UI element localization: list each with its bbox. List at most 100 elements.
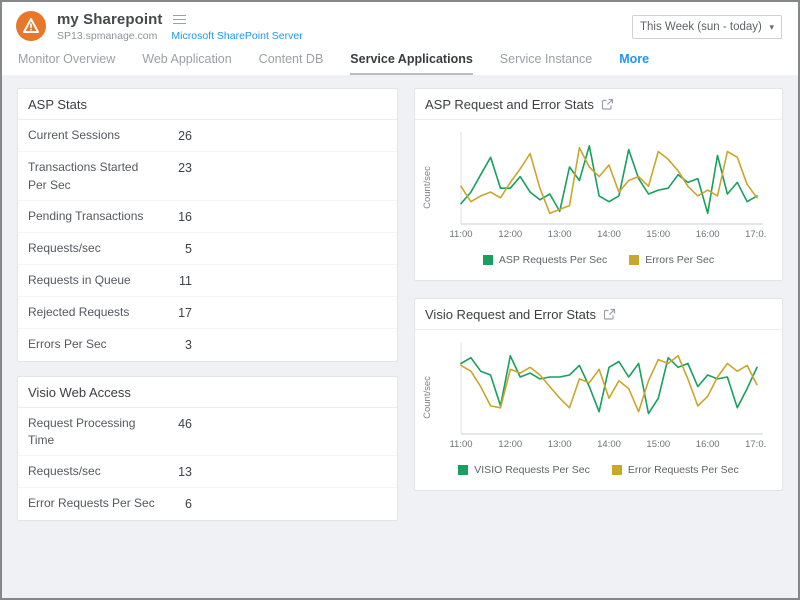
- stat-value: 5: [156, 240, 192, 258]
- stat-value: 16: [156, 208, 192, 226]
- stat-value: 26: [156, 127, 192, 145]
- panel-title: Visio Web Access: [28, 385, 131, 400]
- x-tick-label: 13:00: [548, 229, 572, 240]
- asp-chart-panel-header: ASP Request and Error Stats: [415, 89, 782, 120]
- stat-value: 23: [156, 159, 192, 177]
- y-axis-label: Count/sec: [419, 340, 435, 454]
- legend-label: Errors Per Sec: [645, 254, 714, 266]
- host-name: SP13.spmanage.com: [57, 30, 157, 42]
- stat-label: Error Requests Per Sec: [28, 495, 156, 512]
- open-in-new-icon[interactable]: [601, 98, 614, 111]
- stat-row: Error Requests Per Sec 6: [18, 487, 397, 519]
- stat-value: 13: [156, 463, 192, 481]
- tab-service-applications[interactable]: Service Applications: [350, 52, 473, 75]
- legend-label: ASP Requests Per Sec: [499, 254, 607, 266]
- left-column: ASP Stats Current Sessions 26 Transactio…: [17, 88, 398, 585]
- tab-bar: Monitor Overview Web Application Content…: [2, 49, 798, 75]
- legend-label: VISIO Requests Per Sec: [474, 464, 590, 476]
- visio-web-access-panel: Visio Web Access Request Processing Time…: [17, 376, 398, 521]
- visio-chart-panel-header: Visio Request and Error Stats: [415, 299, 782, 330]
- chart-title: Visio Request and Error Stats: [425, 307, 596, 322]
- legend-swatch-green: [458, 465, 468, 475]
- hamburger-menu-icon[interactable]: [173, 15, 186, 25]
- series-line-0: [461, 356, 757, 414]
- visio-chart-panel: Visio Request and Error Stats Count/sec …: [414, 298, 783, 491]
- stat-row: Requests/sec 5: [18, 232, 397, 264]
- time-range-select[interactable]: This Week (sun - today) ▾: [632, 15, 782, 39]
- stat-value: 3: [156, 336, 192, 354]
- legend-swatch-gold: [629, 255, 639, 265]
- open-in-new-icon[interactable]: [603, 308, 616, 321]
- right-column: ASP Request and Error Stats Count/sec 11…: [414, 88, 783, 585]
- x-tick-label: 17:0..: [745, 229, 767, 240]
- app-header: my Sharepoint SP13.spmanage.com Microsof…: [2, 2, 798, 49]
- tab-content-db[interactable]: Content DB: [259, 52, 324, 75]
- time-range-value: This Week (sun - today): [640, 21, 762, 33]
- stat-label: Requests/sec: [28, 463, 156, 480]
- stat-row: Requests/sec 13: [18, 455, 397, 487]
- tab-more[interactable]: More: [619, 52, 649, 75]
- stat-row: Errors Per Sec 3: [18, 328, 397, 360]
- stat-row: Requests in Queue 11: [18, 264, 397, 296]
- stat-row: Transactions Started Per Sec 23: [18, 151, 397, 200]
- asp-stats-table: Current Sessions 26 Transactions Started…: [18, 120, 397, 361]
- stat-value: 6: [156, 495, 192, 513]
- stat-label: Rejected Requests: [28, 304, 156, 321]
- stat-label: Transactions Started Per Sec: [28, 159, 156, 194]
- legend-swatch-green: [483, 255, 493, 265]
- x-tick-label: 16:00: [696, 229, 720, 240]
- tab-monitor-overview[interactable]: Monitor Overview: [18, 52, 115, 75]
- x-tick-label: 15:00: [646, 229, 670, 240]
- x-tick-label: 12:00: [498, 439, 522, 450]
- series-line-0: [461, 146, 757, 214]
- stat-label: Requests in Queue: [28, 272, 156, 289]
- legend-item: VISIO Requests Per Sec: [458, 464, 590, 476]
- caret-down-icon: ▾: [769, 22, 774, 33]
- stat-label: Errors Per Sec: [28, 336, 156, 353]
- title-block: my Sharepoint SP13.spmanage.com Microsof…: [57, 9, 303, 42]
- stat-label: Pending Transactions: [28, 208, 156, 225]
- y-axis-label: Count/sec: [419, 130, 435, 244]
- chart-title: ASP Request and Error Stats: [425, 97, 594, 112]
- x-tick-label: 16:00: [696, 439, 720, 450]
- stat-value: 46: [156, 415, 192, 433]
- warning-triangle-icon: [16, 11, 46, 41]
- tab-web-application[interactable]: Web Application: [142, 52, 231, 75]
- stat-row: Pending Transactions 16: [18, 200, 397, 232]
- x-tick-label: 11:00: [449, 229, 472, 240]
- x-tick-label: 11:00: [449, 439, 472, 450]
- stat-label: Requests/sec: [28, 240, 156, 257]
- stat-value: 17: [156, 304, 192, 322]
- stat-value: 11: [156, 272, 192, 290]
- x-tick-label: 13:00: [548, 439, 572, 450]
- stat-label: Request Processing Time: [28, 415, 156, 450]
- stat-row: Rejected Requests 17: [18, 296, 397, 328]
- asp-chart-panel: ASP Request and Error Stats Count/sec 11…: [414, 88, 783, 281]
- legend-item: ASP Requests Per Sec: [483, 254, 607, 266]
- x-tick-label: 15:00: [646, 439, 670, 450]
- legend-label: Error Requests Per Sec: [628, 464, 739, 476]
- page-title: my Sharepoint: [57, 11, 163, 28]
- asp-line-chart: 11:0012:0013:0014:0015:0016:0017:0..: [435, 130, 767, 244]
- asp-chart-body: Count/sec 11:0012:0013:0014:0015:0016:00…: [415, 120, 782, 244]
- stat-row: Current Sessions 26: [18, 120, 397, 151]
- visio-chart-body: Count/sec 11:00 12:00 13:00 14:00 15:00 16:00…: [415, 330, 782, 454]
- legend-item: Error Requests Per Sec: [612, 464, 739, 476]
- asp-stats-panel-header: ASP Stats: [18, 89, 397, 120]
- visio-chart-legend: VISIO Requests Per Sec Error Requests Pe…: [415, 454, 782, 490]
- tab-service-instance[interactable]: Service Instance: [500, 52, 592, 75]
- visio-line-chart: 11:00 12:00 13:00 14:00 15:00 16:00 17:0..: [435, 340, 767, 454]
- sharepoint-monitor-logo-icon: [16, 11, 46, 41]
- main-content: ASP Stats Current Sessions 26 Transactio…: [2, 75, 798, 598]
- x-tick-label: 14:00: [597, 439, 621, 450]
- x-tick-label: 14:00: [597, 229, 621, 240]
- server-type-link[interactable]: Microsoft SharePoint Server: [171, 30, 302, 42]
- asp-chart-legend: ASP Requests Per Sec Errors Per Sec: [415, 244, 782, 280]
- legend-item: Errors Per Sec: [629, 254, 714, 266]
- asp-stats-panel: ASP Stats Current Sessions 26 Transactio…: [17, 88, 398, 362]
- x-tick-label: 17:0..: [745, 439, 767, 450]
- stat-label: Current Sessions: [28, 127, 156, 144]
- dashboard-window: my Sharepoint SP13.spmanage.com Microsof…: [0, 0, 800, 600]
- legend-swatch-gold: [612, 465, 622, 475]
- visio-web-access-table: Request Processing Time 46 Requests/sec …: [18, 408, 397, 520]
